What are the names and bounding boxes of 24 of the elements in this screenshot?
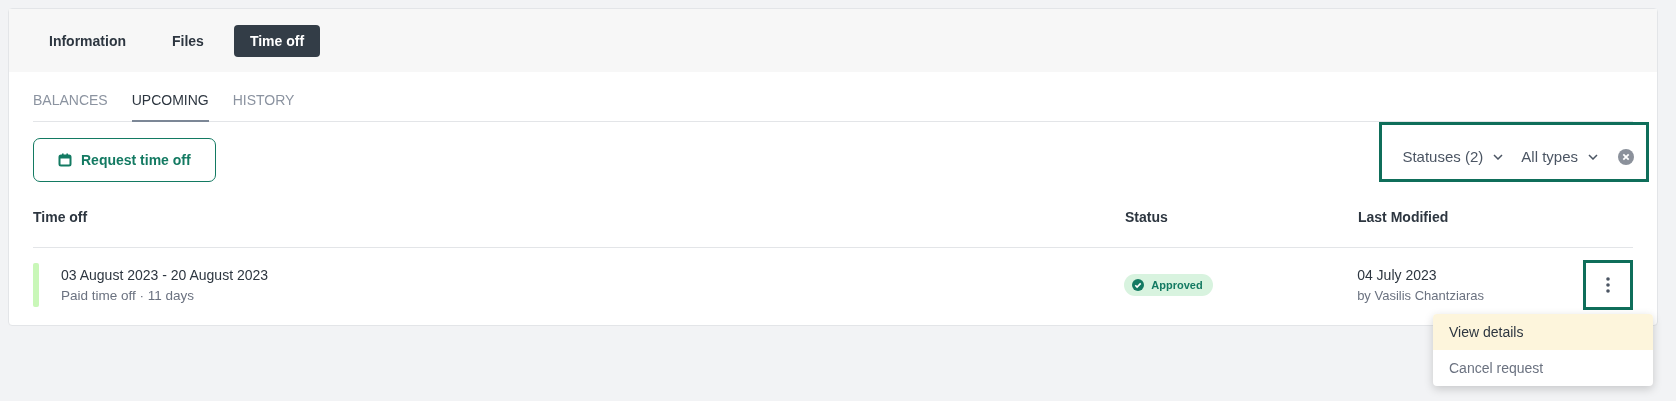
modified-by: by Vasilis Chantziaras — [1357, 288, 1486, 303]
column-header: Status — [1125, 209, 1169, 225]
calendar-icon — [58, 153, 72, 167]
menu-item[interactable]: Cancel request — [1433, 350, 1653, 386]
section-tab[interactable]: Information — [33, 24, 142, 57]
column-header: Last Modified — [1358, 209, 1450, 225]
column-header: Time off — [33, 209, 89, 225]
request-time-off-button[interactable]: Request time off — [33, 138, 216, 182]
chevron-down-icon — [1493, 153, 1504, 160]
section-tab[interactable]: Files — [156, 24, 220, 57]
check-circle-icon — [1132, 279, 1145, 291]
more-vertical-icon — [1606, 277, 1610, 293]
chevron-down-icon — [1588, 153, 1598, 160]
menu-item[interactable]: View details — [1433, 314, 1653, 350]
modified-date: 04 July 2023 — [1357, 267, 1438, 283]
section-tab[interactable]: Time off — [233, 24, 321, 57]
more-options-button[interactable] — [1583, 260, 1633, 310]
clear-icon[interactable] — [1618, 149, 1634, 165]
sub-tab[interactable]: UPCOMING — [131, 92, 209, 122]
filter-dropdown[interactable]: Statuses (2) — [1402, 148, 1504, 165]
status-badge: Approved — [1124, 274, 1213, 296]
time-off-detail: Paid time off · 11 days — [61, 288, 196, 303]
date-range: 03 August 2023 - 20 August 2023 — [61, 267, 269, 283]
filter-dropdown[interactable]: All types — [1521, 148, 1598, 165]
